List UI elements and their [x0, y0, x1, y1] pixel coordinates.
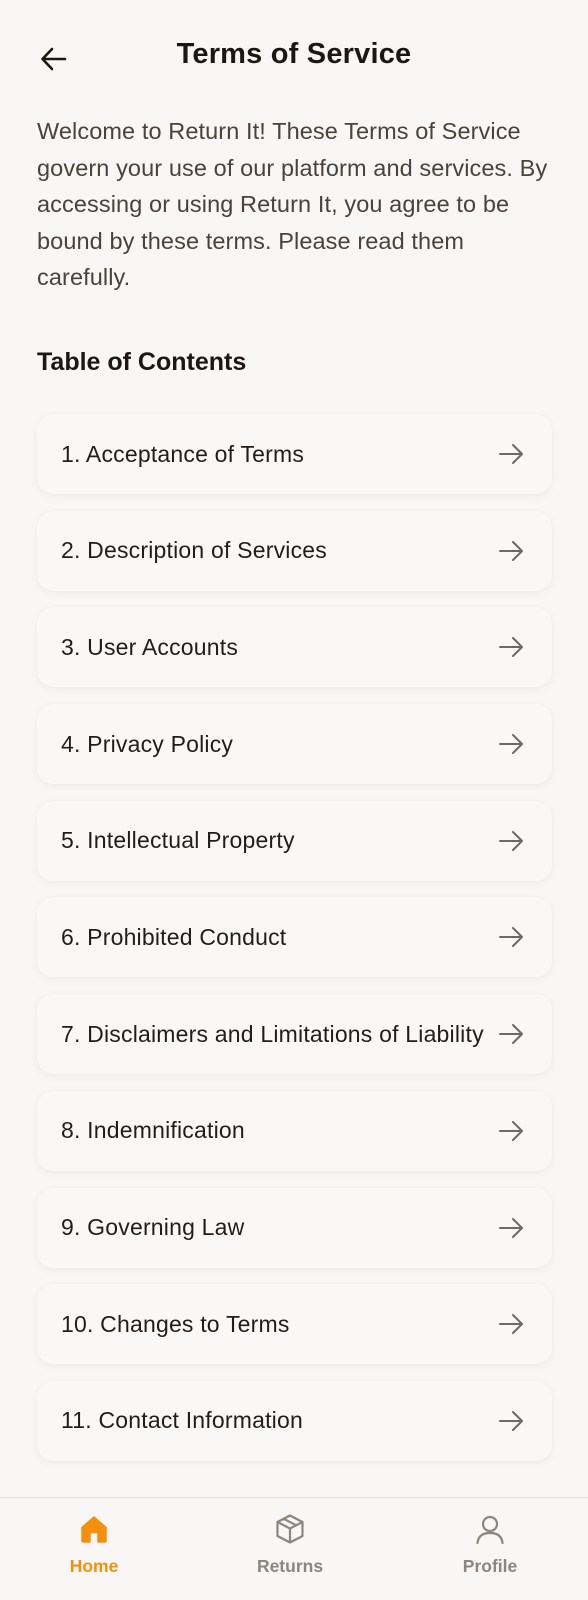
- toc-item-label: 7. Disclaimers and Limitations of Liabil…: [61, 1020, 484, 1047]
- toc-item-label: 11. Contact Information: [61, 1407, 303, 1434]
- arrow-right-icon: [499, 637, 523, 658]
- arrow-right-icon: [499, 1410, 523, 1431]
- home-icon: [81, 1516, 107, 1543]
- toc-item[interactable]: 4. Privacy Policy: [37, 704, 552, 785]
- toc-item[interactable]: 6. Prohibited Conduct: [37, 897, 552, 978]
- toc-item[interactable]: 5. Intellectual Property: [37, 800, 552, 881]
- arrow-right-icon: [499, 830, 523, 851]
- arrow-right-icon: [499, 734, 523, 755]
- arrow-right-icon: [499, 1024, 523, 1045]
- arrow-right-icon: [499, 1120, 523, 1141]
- nav-label-profile: Profile: [462, 1556, 518, 1576]
- toc-item[interactable]: 9. Governing Law: [37, 1187, 552, 1268]
- toc-item[interactable]: 3. User Accounts: [37, 607, 552, 688]
- toc-item[interactable]: 7. Disclaimers and Limitations of Liabil…: [37, 994, 552, 1075]
- arrow-right-icon: [499, 927, 523, 948]
- toc-item-label: 10. Changes to Terms: [61, 1310, 290, 1337]
- toc-item-label: 2. Description of Services: [61, 537, 327, 564]
- nav-item-profile[interactable]: Profile: [430, 1498, 550, 1600]
- page-title: Terms of Service: [176, 38, 412, 70]
- nav-item-returns[interactable]: Returns: [230, 1498, 350, 1600]
- toc-item-label: 6. Prohibited Conduct: [61, 923, 287, 950]
- user-icon: [476, 1515, 504, 1545]
- toc-item-label: 9. Governing Law: [61, 1214, 245, 1240]
- toc-item[interactable]: 1. Acceptance of Terms: [37, 414, 552, 494]
- toc-item[interactable]: 8. Indemnification: [37, 1090, 552, 1171]
- intro-text: Welcome to Return It! These Terms of Ser…: [37, 118, 548, 290]
- toc-item-label: 3. User Accounts: [61, 633, 239, 660]
- arrow-right-icon: [499, 444, 523, 464]
- toc-item-label: 8. Indemnification: [61, 1117, 245, 1144]
- toc-item-label: 4. Privacy Policy: [61, 730, 234, 757]
- toc-item-label: 1. Acceptance of Terms: [61, 440, 305, 467]
- toc-title: Table of Contents: [37, 348, 247, 376]
- toc-item[interactable]: 10. Changes to Terms: [37, 1284, 552, 1365]
- terms-of-service-screen: Terms of Service Welcome to Return It! T…: [0, 0, 588, 1600]
- nav-item-home[interactable]: Home: [34, 1498, 154, 1600]
- toc-item[interactable]: 2. Description of Services: [37, 510, 552, 591]
- bottom-nav: Home Returns Profile: [0, 1497, 588, 1600]
- toc-list: 1. Acceptance of Terms 2. Description of …: [37, 414, 552, 1478]
- header: Terms of Service: [0, 0, 588, 115]
- nav-label-returns: Returns: [256, 1556, 324, 1576]
- arrow-right-icon: [499, 1217, 523, 1238]
- toc-item[interactable]: 11. Contact Information: [37, 1380, 552, 1461]
- package-icon: [276, 1514, 304, 1544]
- arrow-right-icon: [499, 540, 523, 561]
- nav-label-home: Home: [69, 1556, 119, 1576]
- toc-item-label: 5. Intellectual Property: [61, 827, 295, 854]
- arrow-right-icon: [499, 1314, 523, 1335]
